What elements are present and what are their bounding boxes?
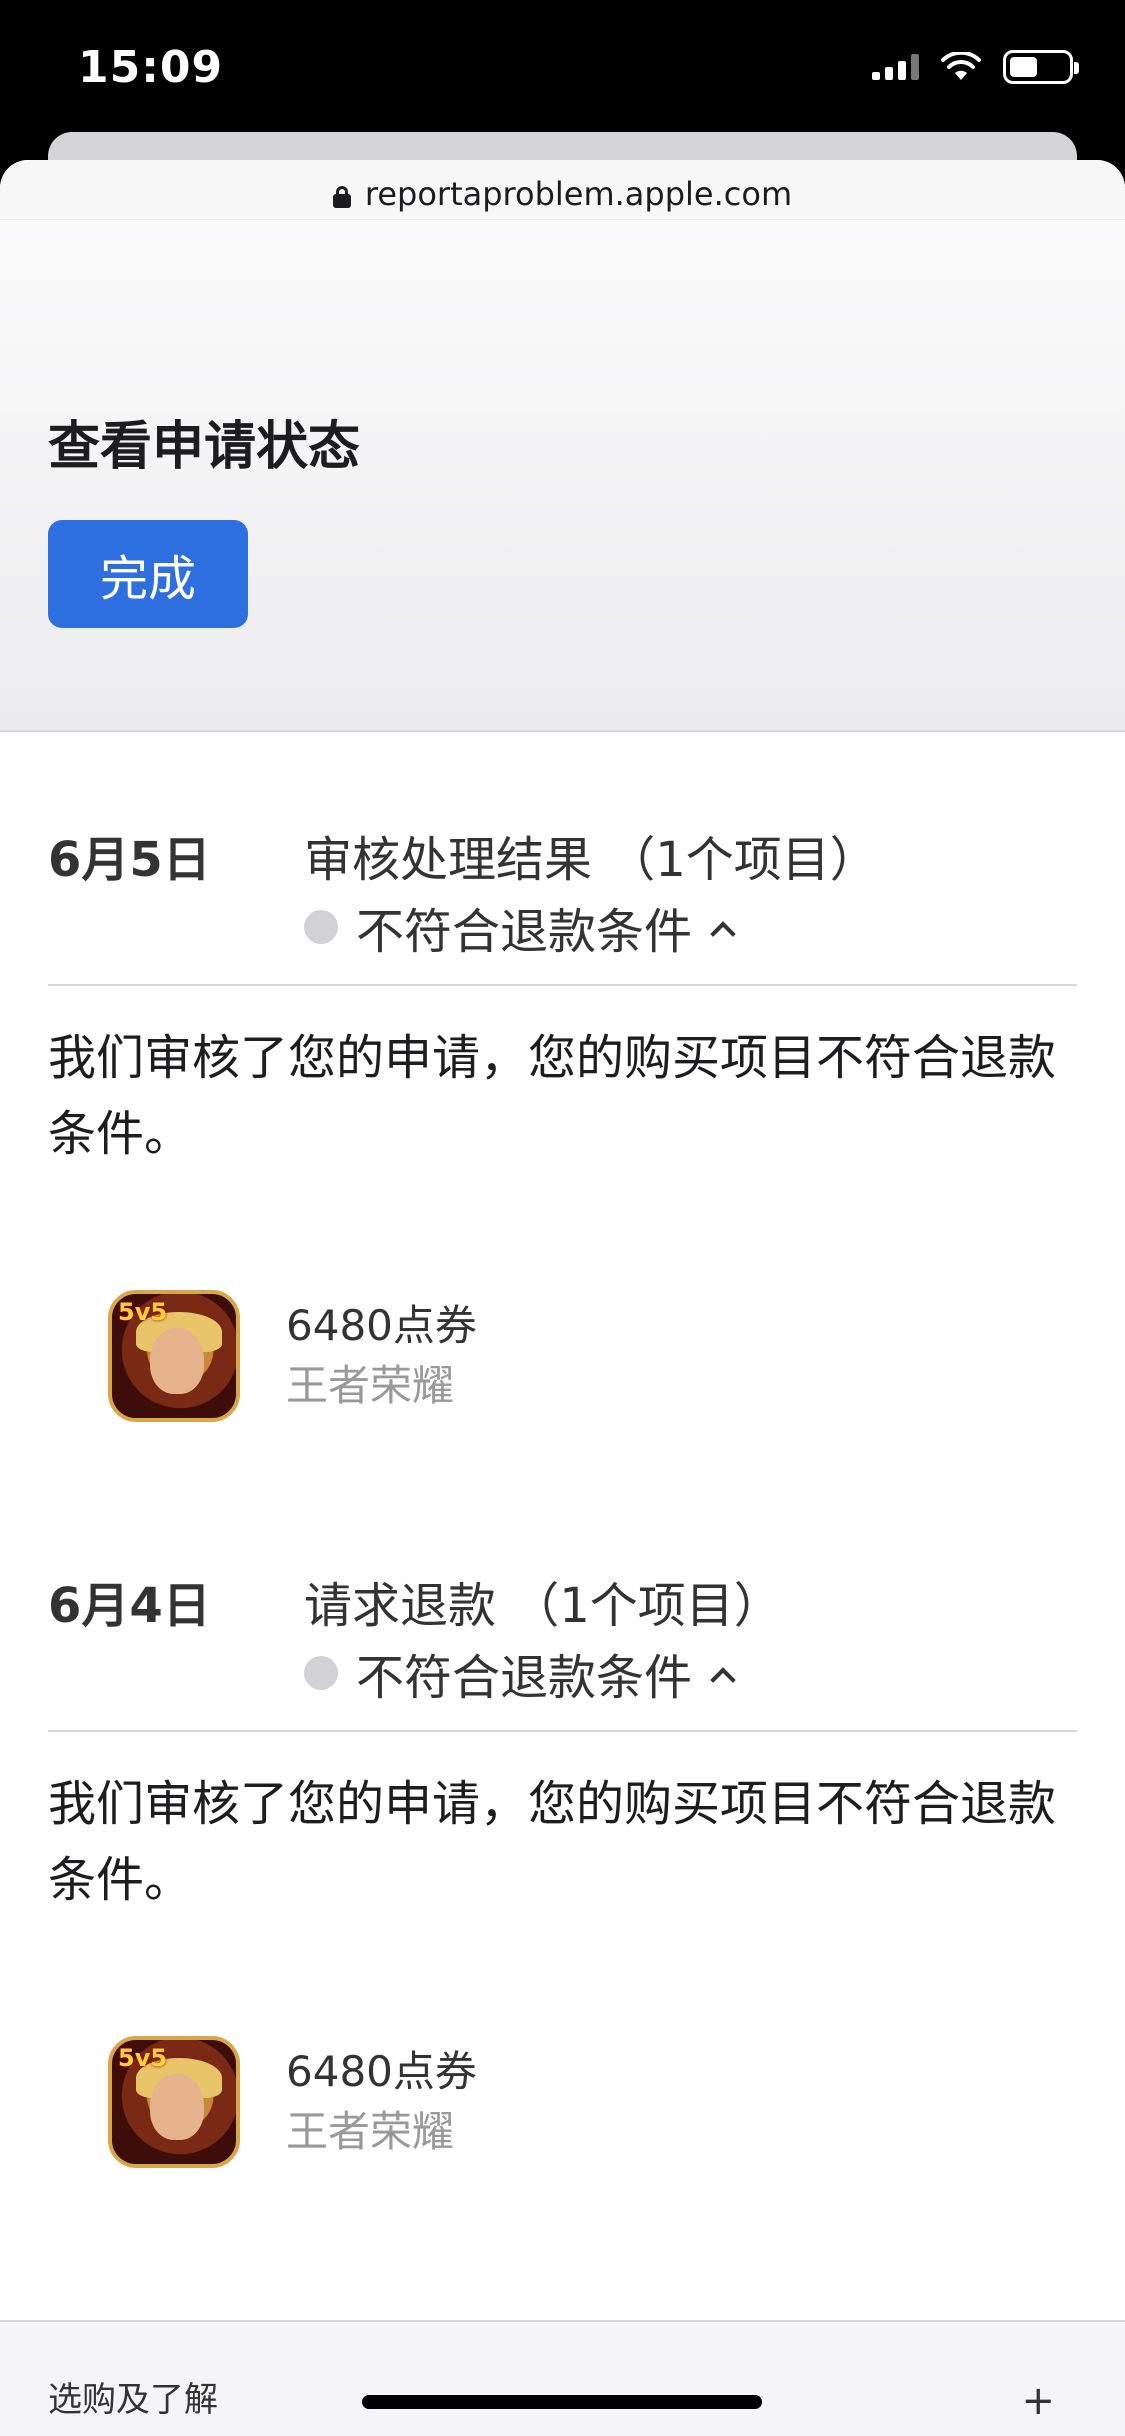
footer-section[interactable]: 选购及了解 + xyxy=(0,2320,1125,2436)
divider xyxy=(48,1730,1077,1732)
plus-icon: + xyxy=(1021,2378,1055,2424)
wifi-icon xyxy=(941,52,981,80)
item-name: 6480点券 xyxy=(286,2047,477,2096)
entry-title: 审核处理结果 （1个项目） xyxy=(304,832,878,888)
cellular-signal-icon xyxy=(872,54,919,80)
entry-date: 6月4日 xyxy=(48,1578,211,1634)
page-title: 查看申请状态 xyxy=(48,417,361,477)
app-icon: 5v5 xyxy=(108,1290,240,1422)
done-button[interactable]: 完成 xyxy=(48,520,248,628)
home-indicator xyxy=(362,2395,762,2409)
page-header: 查看申请状态 完成 xyxy=(0,220,1125,732)
app-icon-badge: 5v5 xyxy=(118,1298,168,1326)
chevron-up-icon xyxy=(710,1667,736,1693)
purchase-item: 5v5 6480点券 王者荣耀 xyxy=(108,2036,477,2168)
status-dot-icon xyxy=(304,910,338,944)
browser-sheet: reportaproblem.apple.com 查看申请状态 完成 6月5日 … xyxy=(0,160,1125,2436)
footer-label: 选购及了解 xyxy=(48,2380,218,2420)
url-bar[interactable]: reportaproblem.apple.com xyxy=(0,160,1125,220)
item-name: 6480点券 xyxy=(286,1301,477,1350)
entry-message: 我们审核了您的申请，您的购买项目不符合退款条件。 xyxy=(48,1030,1057,1162)
entry-title: 请求退款 （1个项目） xyxy=(304,1578,782,1634)
entry-message: 我们审核了您的申请，您的购买项目不符合退款条件。 xyxy=(48,1776,1057,1908)
item-app-name: 王者荣耀 xyxy=(286,2107,455,2156)
item-app-name: 王者荣耀 xyxy=(286,1361,455,1410)
status-toggle[interactable]: 不符合退款条件 xyxy=(304,892,736,962)
status-time: 15:09 xyxy=(78,42,224,93)
entry-date: 6月5日 xyxy=(48,832,211,888)
chevron-up-icon xyxy=(710,921,736,947)
battery-icon xyxy=(1003,50,1079,84)
status-icons xyxy=(872,50,1079,84)
status-dot-icon xyxy=(304,1656,338,1690)
status-label: 不符合退款条件 xyxy=(356,904,693,960)
url-text: reportaproblem.apple.com xyxy=(364,174,793,213)
app-icon: 5v5 xyxy=(108,2036,240,2168)
status-toggle[interactable]: 不符合退款条件 xyxy=(304,1638,736,1708)
app-icon-badge: 5v5 xyxy=(118,2044,168,2072)
purchase-item: 5v5 6480点券 王者荣耀 xyxy=(108,1290,477,1422)
divider xyxy=(48,984,1077,986)
lock-icon xyxy=(332,185,351,208)
status-label: 不符合退款条件 xyxy=(356,1650,693,1706)
status-bar: 15:09 xyxy=(0,0,1125,140)
